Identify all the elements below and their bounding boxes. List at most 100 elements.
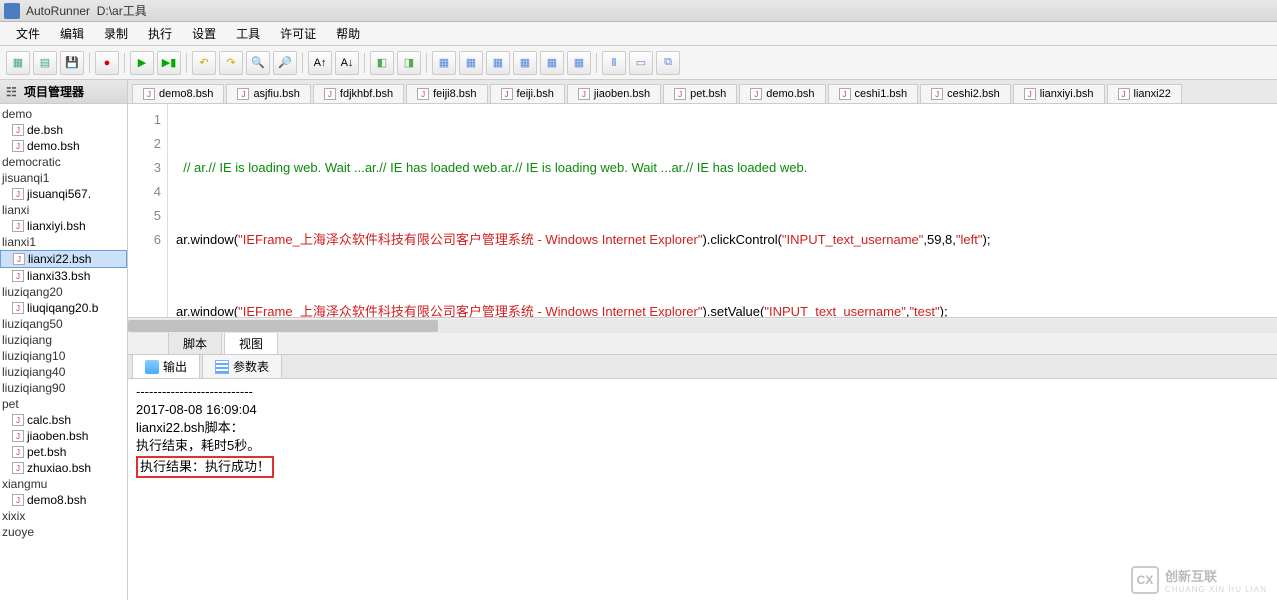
step-icon[interactable]: ◧	[370, 51, 394, 75]
play-icon[interactable]: ▶	[130, 51, 154, 75]
editor-tab[interactable]: Jdemo8.bsh	[132, 84, 224, 103]
grid5-icon[interactable]: ▦	[540, 51, 564, 75]
step2-icon[interactable]: ◨	[397, 51, 421, 75]
panel-icon[interactable]: ▭	[629, 51, 653, 75]
menu-record[interactable]: 录制	[94, 25, 138, 42]
titlebar: AutoRunner D:\ar工具	[0, 0, 1277, 22]
tab-params[interactable]: 参数表	[202, 354, 282, 378]
open-icon[interactable]: ▤	[33, 51, 57, 75]
editor-tab[interactable]: Jfeiji.bsh	[490, 84, 565, 103]
tree-item-label: liuqiqang20.b	[27, 301, 98, 315]
editor-tab[interactable]: Jlianxiyi.bsh	[1013, 84, 1105, 103]
layout-icon[interactable]: ⧉	[656, 51, 680, 75]
file-icon: J	[931, 88, 943, 100]
menu-settings[interactable]: 设置	[182, 25, 226, 42]
tree-item[interactable]: Jcalc.bsh	[0, 412, 127, 428]
tree-item[interactable]: xiangmu	[0, 476, 127, 492]
file-icon: J	[501, 88, 513, 100]
file-icon: J	[12, 446, 24, 458]
tree-item[interactable]: Jde.bsh	[0, 122, 127, 138]
pause-icon[interactable]: Ⅱ	[602, 51, 626, 75]
tree-item[interactable]: Jlianxi22.bsh	[0, 250, 127, 268]
tree-item[interactable]: democratic	[0, 154, 127, 170]
editor-tab[interactable]: Jasjfiu.bsh	[226, 84, 310, 103]
toolbar: ▦ ▤ 💾 ● ▶ ▶▮ ↶ ↷ 🔍 🔎 A↑ A↓ ◧ ◨ ▦ ▦ ▦ ▦ ▦…	[0, 46, 1277, 80]
tree-item[interactable]: Jdemo.bsh	[0, 138, 127, 154]
code-area[interactable]: 1 2 3 4 5 6 // ar.// IE is loading web. …	[128, 104, 1277, 317]
tree-item[interactable]: Jjiaoben.bsh	[0, 428, 127, 444]
tree-item[interactable]: liuziqiang90	[0, 380, 127, 396]
tree-item-label: lianxi1	[2, 235, 36, 249]
redo-icon[interactable]: ↷	[219, 51, 243, 75]
grid1-icon[interactable]: ▦	[432, 51, 456, 75]
tree-item[interactable]: Jliuqiqang20.b	[0, 300, 127, 316]
editor-tab[interactable]: Jfdjkhbf.bsh	[313, 84, 404, 103]
tab-label: demo8.bsh	[159, 88, 213, 100]
output-separator: ---------------------------	[136, 383, 1269, 401]
tree-item[interactable]: xixix	[0, 508, 127, 524]
tree-item[interactable]: jisuanqi1	[0, 170, 127, 186]
tree-item[interactable]: pet	[0, 396, 127, 412]
save-icon[interactable]: 💾	[60, 51, 84, 75]
output-panel[interactable]: --------------------------- 2017-08-08 1…	[128, 379, 1277, 600]
tree-item[interactable]: zuoye	[0, 524, 127, 540]
code-content[interactable]: // ar.// IE is loading web. Wait ...ar./…	[168, 104, 1277, 317]
editor-tab[interactable]: Jceshi1.bsh	[828, 84, 919, 103]
record-icon[interactable]: ●	[95, 51, 119, 75]
file-icon: J	[12, 302, 24, 314]
grid6-icon[interactable]: ▦	[567, 51, 591, 75]
gutter: 1 2 3 4 5 6	[128, 104, 168, 317]
tree-item[interactable]: Jlianxi33.bsh	[0, 268, 127, 284]
tree-item[interactable]: Jzhuxiao.bsh	[0, 460, 127, 476]
tree-item[interactable]: liuziqang20	[0, 284, 127, 300]
sidebar-title-text: 项目管理器	[24, 83, 84, 100]
tab-script[interactable]: 脚本	[168, 333, 222, 355]
tree-item[interactable]: Jlianxiyi.bsh	[0, 218, 127, 234]
editor-tab[interactable]: Jceshi2.bsh	[920, 84, 1011, 103]
horizontal-scrollbar[interactable]	[128, 317, 1277, 333]
editor-tab[interactable]: Jfeiji8.bsh	[406, 84, 487, 103]
menu-help[interactable]: 帮助	[326, 25, 370, 42]
file-icon: J	[143, 88, 155, 100]
tree-item[interactable]: liuziqiang10	[0, 348, 127, 364]
undo-icon[interactable]: ↶	[192, 51, 216, 75]
font-dec-icon[interactable]: A↓	[335, 51, 359, 75]
menu-run[interactable]: 执行	[138, 25, 182, 42]
tab-output[interactable]: 输出	[132, 354, 200, 378]
menu-edit[interactable]: 编辑	[50, 25, 94, 42]
tree-item[interactable]: liuziqiang40	[0, 364, 127, 380]
file-icon: J	[12, 494, 24, 506]
editor-tab[interactable]: Jlianxi22	[1107, 84, 1182, 103]
font-inc-icon[interactable]: A↑	[308, 51, 332, 75]
new-icon[interactable]: ▦	[6, 51, 30, 75]
hscroll-thumb[interactable]	[128, 320, 438, 332]
tree-item[interactable]: liuziqiang	[0, 332, 127, 348]
tree-item[interactable]: Jpet.bsh	[0, 444, 127, 460]
tree-item[interactable]: lianxi1	[0, 234, 127, 250]
tab-view[interactable]: 视图	[224, 333, 278, 355]
grid3-icon[interactable]: ▦	[486, 51, 510, 75]
tree-item[interactable]: Jdemo8.bsh	[0, 492, 127, 508]
tree-item[interactable]: liuziqang50	[0, 316, 127, 332]
tree-item-label: zuoye	[2, 525, 34, 539]
project-tree[interactable]: demoJde.bshJdemo.bshdemocraticjisuanqi1J…	[0, 104, 127, 600]
menu-license[interactable]: 许可证	[270, 25, 326, 42]
editor-tab[interactable]: Jpet.bsh	[663, 84, 737, 103]
file-icon: J	[1118, 88, 1130, 100]
editor-tab[interactable]: Jjiaoben.bsh	[567, 84, 661, 103]
editor-tab[interactable]: Jdemo.bsh	[739, 84, 825, 103]
menu-tools[interactable]: 工具	[226, 25, 270, 42]
tree-item[interactable]: demo	[0, 106, 127, 122]
menu-file[interactable]: 文件	[6, 25, 50, 42]
tree-item-label: pet	[2, 397, 19, 411]
grid2-icon[interactable]: ▦	[459, 51, 483, 75]
search-icon[interactable]: 🔍	[246, 51, 270, 75]
tree-item-label: de.bsh	[27, 123, 63, 137]
tree-item[interactable]: lianxi	[0, 202, 127, 218]
tree-item[interactable]: Jjisuanqi567.	[0, 186, 127, 202]
tab-label: feiji8.bsh	[433, 88, 476, 100]
grid4-icon[interactable]: ▦	[513, 51, 537, 75]
play-list-icon[interactable]: ▶▮	[157, 51, 181, 75]
replace-icon[interactable]: 🔎	[273, 51, 297, 75]
tab-label: ceshi1.bsh	[855, 88, 908, 100]
